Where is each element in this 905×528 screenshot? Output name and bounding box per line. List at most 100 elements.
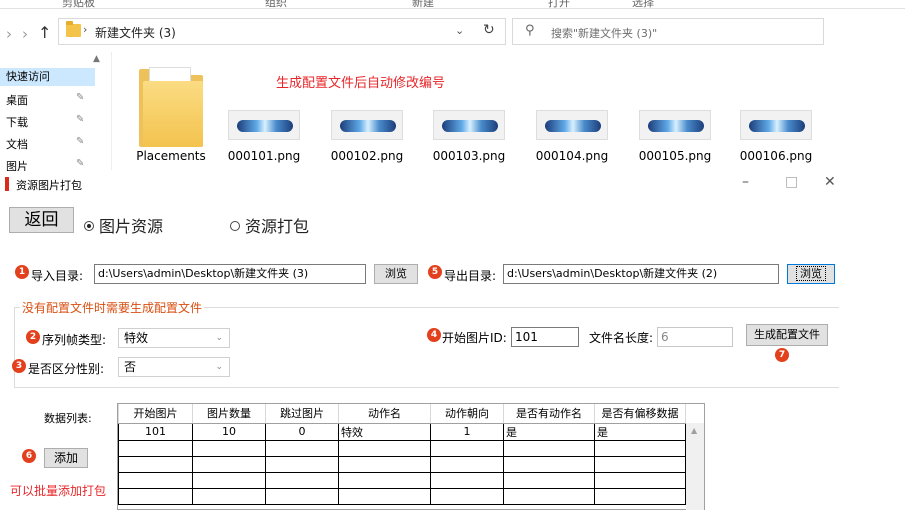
- table-row[interactable]: [118, 439, 686, 457]
- table-cell[interactable]: 是: [594, 422, 686, 441]
- app-icon: [5, 177, 9, 191]
- data-grid[interactable]: 开始图片 图片数量 跳过图片 动作名 动作朝向 是否有动作名 是否有偏移数据 1…: [117, 403, 705, 510]
- table-row[interactable]: [118, 487, 686, 505]
- folder-icon[interactable]: [139, 67, 203, 147]
- gender-select[interactable]: 否 ⌄: [118, 357, 230, 377]
- maximize-icon[interactable]: □: [785, 174, 798, 190]
- batch-note: 可以批量添加打包: [10, 484, 107, 498]
- export-dir-field[interactable]: d:\Users\admin\Desktop\新建文件夹 (2): [503, 264, 779, 284]
- ribbon-tab[interactable]: 剪贴板: [62, 0, 95, 8]
- gender-label: 是否区分性别:: [28, 362, 105, 376]
- pin-icon: ✎: [76, 136, 85, 147]
- export-browse-label: 浏览: [796, 266, 826, 281]
- annotation-text: 生成配置文件后自动修改编号: [276, 76, 446, 91]
- chevron-down-icon[interactable]: ⌄: [455, 24, 464, 37]
- forward-arrow-icon[interactable]: ›: [22, 25, 28, 43]
- step-badge: 4: [427, 328, 441, 342]
- ribbon-tab[interactable]: 打开: [548, 0, 570, 8]
- table-cell[interactable]: 0: [265, 422, 339, 441]
- scroll-up-icon[interactable]: ▲: [691, 426, 697, 435]
- file-name[interactable]: 000106.png: [736, 149, 816, 163]
- up-arrow-icon[interactable]: ↑: [38, 23, 51, 42]
- refresh-icon[interactable]: ↻: [483, 22, 495, 38]
- file-name[interactable]: 000104.png: [532, 149, 612, 163]
- scroll-up-icon[interactable]: ▲: [93, 54, 100, 64]
- column-header[interactable]: 动作名: [338, 404, 431, 424]
- nav-item-quick-access[interactable]: 快速访问: [0, 68, 95, 86]
- file-name[interactable]: 000103.png: [429, 149, 509, 163]
- step-badge: 2: [26, 330, 40, 344]
- frame-type-select[interactable]: 特效 ⌄: [118, 328, 230, 348]
- column-header[interactable]: 跳过图片: [265, 404, 339, 424]
- image-thumbnail[interactable]: [228, 110, 300, 140]
- file-name[interactable]: 000101.png: [224, 149, 304, 163]
- import-dir-field[interactable]: d:\Users\admin\Desktop\新建文件夹 (3): [94, 264, 366, 284]
- pin-icon: ✎: [76, 114, 85, 125]
- search-input[interactable]: ⚲ 搜索"新建文件夹 (3)": [512, 18, 824, 45]
- filename-length-label: 文件名长度:: [589, 331, 654, 345]
- ribbon-tab[interactable]: 选择: [632, 0, 654, 8]
- nav-item-desktop[interactable]: 桌面: [6, 92, 28, 108]
- table-row[interactable]: 101 10 0 特效 1 是 是: [118, 422, 686, 441]
- image-thumbnail[interactable]: [433, 110, 505, 140]
- close-icon[interactable]: ✕: [824, 174, 836, 190]
- minimize-icon[interactable]: –: [742, 174, 749, 190]
- navigation-pane: ▲ 快速访问 桌面 ✎ 下载 ✎ 文档 ✎ 图片 ✎: [0, 52, 112, 173]
- generate-config-button[interactable]: 生成配置文件: [746, 324, 828, 346]
- export-browse-button[interactable]: 浏览: [787, 264, 835, 284]
- step-badge: 6: [22, 449, 36, 463]
- pin-icon: ✎: [76, 158, 85, 169]
- add-button[interactable]: 添加: [44, 448, 88, 468]
- file-list: 生成配置文件后自动修改编号 Placements 000101.png 0001…: [113, 52, 905, 170]
- search-placeholder: 搜索"新建文件夹 (3)": [551, 27, 658, 40]
- table-cell[interactable]: 特效: [338, 422, 431, 441]
- table-cell[interactable]: 1: [430, 422, 504, 441]
- radio-label: 图片资源: [99, 217, 164, 236]
- file-name[interactable]: 000105.png: [635, 149, 715, 163]
- app-title-bar: 资源图片打包 – □ ✕: [0, 171, 905, 199]
- table-row[interactable]: [118, 455, 686, 473]
- file-name[interactable]: 000102.png: [327, 149, 407, 163]
- pin-icon: ✎: [76, 92, 85, 103]
- table-cell[interactable]: 101: [118, 422, 193, 441]
- nav-item-documents[interactable]: 文档: [6, 136, 28, 152]
- window-title: 资源图片打包: [16, 179, 82, 192]
- back-button[interactable]: 返回: [9, 207, 74, 233]
- file-name[interactable]: Placements: [135, 149, 207, 163]
- frame-type-value: 特效: [124, 331, 149, 345]
- export-dir-label: 导出目录:: [444, 269, 497, 283]
- image-thumbnail[interactable]: [639, 110, 711, 140]
- table-cell[interactable]: 10: [192, 422, 266, 441]
- back-arrow-icon[interactable]: ›: [6, 25, 12, 43]
- gender-value: 否: [124, 360, 137, 374]
- column-header[interactable]: 图片数量: [192, 404, 266, 424]
- column-header[interactable]: 是否有偏移数据: [594, 404, 686, 424]
- search-icon: ⚲: [525, 23, 535, 38]
- filename-length-field[interactable]: 6: [657, 327, 733, 347]
- radio-unchecked-icon: [230, 221, 240, 231]
- radio-image-resources[interactable]: 图片资源: [84, 213, 163, 237]
- table-cell[interactable]: 是: [503, 422, 595, 441]
- table-row[interactable]: [118, 471, 686, 489]
- column-header[interactable]: 开始图片: [118, 404, 193, 424]
- column-header[interactable]: 是否有动作名: [503, 404, 595, 424]
- ribbon-tab[interactable]: 组织: [265, 0, 287, 8]
- import-browse-button[interactable]: 浏览: [374, 264, 418, 284]
- address-field[interactable]: › 新建文件夹 (3) ⌄ ↻: [58, 18, 506, 45]
- image-thumbnail[interactable]: [536, 110, 608, 140]
- ribbon-strip: 剪贴板 组织 新建 打开 选择: [0, 0, 905, 9]
- step-badge: 5: [428, 265, 442, 279]
- address-path: 新建文件夹 (3): [95, 26, 176, 40]
- config-group-title: 没有配置文件时需要生成配置文件: [20, 299, 205, 316]
- nav-item-downloads[interactable]: 下载: [6, 114, 28, 130]
- grid-scrollbar[interactable]: ▲: [686, 423, 704, 510]
- radio-resource-pack[interactable]: 资源打包: [230, 213, 309, 237]
- column-header[interactable]: 动作朝向: [430, 404, 504, 424]
- image-thumbnail[interactable]: [331, 110, 403, 140]
- chevron-down-icon: ⌄: [215, 362, 223, 372]
- radio-checked-icon: [84, 221, 94, 231]
- ribbon-tab[interactable]: 新建: [412, 0, 434, 8]
- image-thumbnail[interactable]: [740, 110, 812, 140]
- import-dir-label: 导入目录:: [31, 269, 84, 283]
- start-id-field[interactable]: 101: [511, 327, 579, 347]
